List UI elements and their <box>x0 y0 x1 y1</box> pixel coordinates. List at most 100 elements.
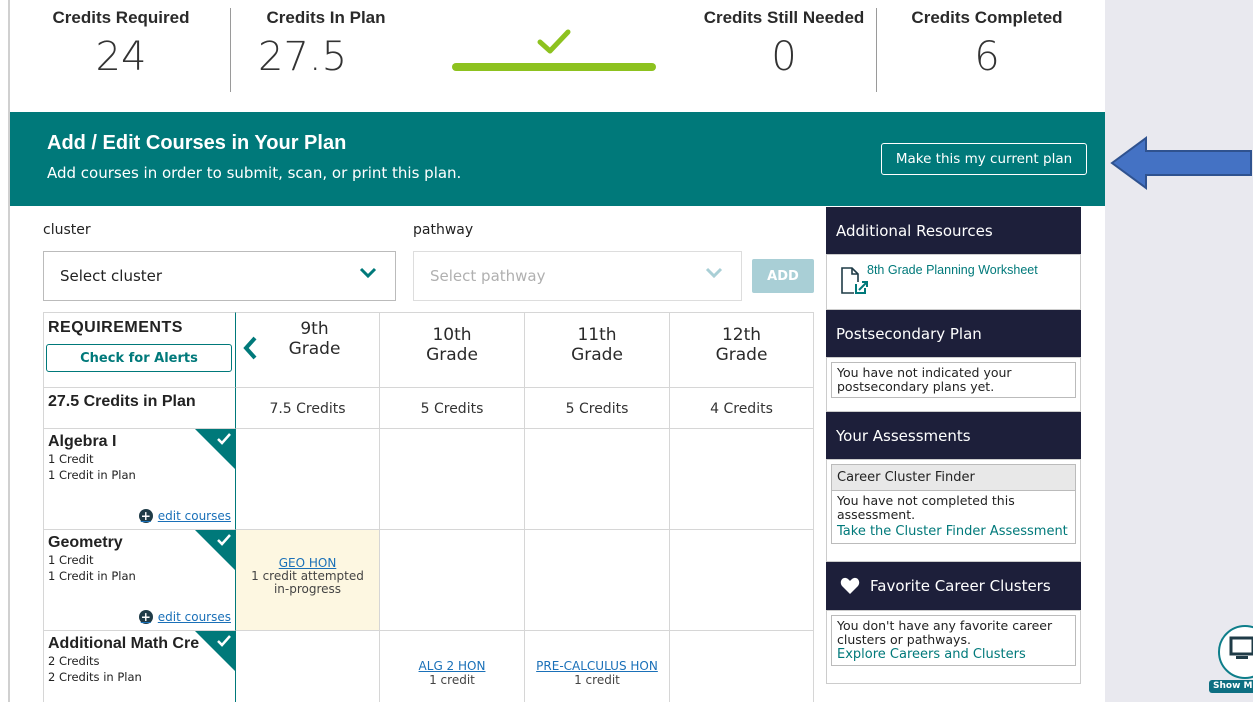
grade-line2: Grade <box>571 345 623 365</box>
screen-icon <box>1229 636 1253 659</box>
grade-line1: 9th <box>300 319 329 339</box>
requirement-additional-math: Additional Math Cre 2 Credits 2 Credits … <box>43 631 236 702</box>
grade-credits-value: 7.5 Credits <box>269 401 346 417</box>
course-cell[interactable] <box>670 530 814 631</box>
favorite-clusters-header: Favorite Career Clusters <box>826 562 1081 610</box>
add-edit-banner: Add / Edit Courses in Your Plan Add cour… <box>10 112 1105 206</box>
favorite-clusters-title: Favorite Career Clusters <box>870 577 1051 595</box>
assessments-header: Your Assessments <box>826 412 1081 459</box>
progress-bar <box>452 63 656 71</box>
check-icon <box>217 635 231 647</box>
total-credits: 27.5 Credits in Plan <box>48 393 196 410</box>
requirements-header-cell: REQUIREMENTS Check for Alerts <box>43 312 236 388</box>
add-button[interactable]: ADD <box>752 259 814 293</box>
requirement-in-plan: 2 Credits in Plan <box>48 670 142 684</box>
stat-credits-still-needed: Credits Still Needed 0 <box>695 8 873 80</box>
course-link-precalc-hon[interactable]: PRE-CALCULUS HON <box>525 659 669 673</box>
postsecondary-text: You have not indicated your postsecondar… <box>831 362 1076 398</box>
divider <box>230 8 231 92</box>
grade-credits-value: 4 Credits <box>710 401 773 417</box>
chevron-down-icon <box>705 267 723 279</box>
requirement-geometry: Geometry 1 Credit 1 Credit in Plan + edit… <box>43 530 236 631</box>
grade-credits-9: 7.5 Credits <box>236 388 380 429</box>
stat-label: Credits In Plan <box>266 8 386 27</box>
stat-credits-completed: Credits Completed 6 <box>900 8 1074 80</box>
stat-label: Credits Completed <box>911 8 1063 27</box>
course-cell[interactable]: PRE-CALCULUS HON 1 credit <box>525 631 670 702</box>
grade-line1: 10th <box>432 325 472 345</box>
make-current-plan-button[interactable]: Make this my current plan <box>881 143 1087 175</box>
grade-header-12: 12th Grade <box>670 312 814 388</box>
stat-label: Credits Still Needed <box>703 8 865 27</box>
grade-credits-12: 4 Credits <box>670 388 814 429</box>
grade-header-10: 10th Grade <box>380 312 525 388</box>
grade-line2: Grade <box>288 339 341 359</box>
grade-credits-value: 5 Credits <box>420 401 484 417</box>
stat-label: Credits Required <box>52 8 190 27</box>
take-assessment-link[interactable]: Take the Cluster Finder Assessment <box>832 522 1075 543</box>
requirement-in-plan: 1 Credit in Plan <box>48 468 136 482</box>
edit-courses-link[interactable]: + edit courses <box>138 610 231 624</box>
course-link-geo-hon[interactable]: GEO HON <box>236 556 379 570</box>
grade-line1: 12th <box>721 325 762 345</box>
grade-line2: Grade <box>715 345 768 365</box>
course-cell[interactable] <box>525 429 670 530</box>
requirement-in-plan: 1 Credit in Plan <box>48 569 136 583</box>
chevron-left-icon[interactable] <box>242 335 258 361</box>
cluster-select[interactable]: Select cluster <box>43 251 396 301</box>
course-cell[interactable] <box>380 429 525 530</box>
assessment-status: You have not completed this assessment. <box>837 493 1015 522</box>
cluster-label: cluster <box>43 222 91 238</box>
course-status-2: in-progress <box>273 582 342 596</box>
chevron-down-icon <box>359 267 377 279</box>
course-cell[interactable] <box>670 631 814 702</box>
favorite-clusters-body: You don't have any favorite career clust… <box>826 610 1081 684</box>
course-cell[interactable]: GEO HON 1 credit attempted in-progress <box>236 530 380 631</box>
grade-credits-11: 5 Credits <box>525 388 670 429</box>
document-link-icon <box>841 267 868 294</box>
check-alerts-button[interactable]: Check for Alerts <box>46 344 232 372</box>
banner-title: Add / Edit Courses in Your Plan <box>47 132 347 154</box>
explore-careers-link[interactable]: Explore Careers and Clusters <box>837 647 1070 662</box>
pathway-select-placeholder: Select pathway <box>430 267 546 285</box>
course-cell[interactable] <box>380 530 525 631</box>
grade-header-11: 11th Grade <box>525 312 670 388</box>
edit-courses-label: edit courses <box>157 509 231 523</box>
check-icon <box>537 29 571 54</box>
additional-resources-header: Additional Resources <box>826 207 1081 254</box>
plus-icon: + <box>138 610 153 624</box>
course-cell[interactable] <box>236 631 380 702</box>
grade-line2: Grade <box>426 345 478 365</box>
assessments-body: Career Cluster Finder You have not compl… <box>826 459 1081 562</box>
postsecondary-body: You have not indicated your postsecondar… <box>826 357 1081 412</box>
stat-credits-in-plan: Credits In Plan 27.5 <box>258 8 394 80</box>
banner-subtitle: Add courses in order to submit, scan, or… <box>47 164 462 182</box>
stat-value: 0 <box>771 34 797 80</box>
planning-worksheet-link[interactable]: 8th Grade Planning Worksheet <box>867 263 1038 277</box>
favorites-text: You don't have any favorite career clust… <box>837 618 1053 647</box>
grade-credits-10: 5 Credits <box>380 388 525 429</box>
grade-label: 12th Grade <box>670 313 813 365</box>
show-me-label[interactable]: Show M <box>1209 680 1253 693</box>
course-link-alg2-hon[interactable]: ALG 2 HON <box>380 659 524 673</box>
plus-icon: + <box>138 509 153 523</box>
right-gutter <box>1105 0 1253 702</box>
stat-credits-required: Credits Required 24 <box>48 8 194 80</box>
career-cluster-finder-title: Career Cluster Finder <box>832 465 1075 491</box>
grade-label: 10th Grade <box>380 313 524 365</box>
stat-value: 27.5 <box>258 34 348 80</box>
course-credit: 1 credit <box>429 673 475 687</box>
requirements-header: REQUIREMENTS <box>48 319 183 336</box>
course-cell[interactable] <box>236 429 380 530</box>
divider <box>876 8 877 92</box>
edit-courses-link[interactable]: + edit courses <box>138 509 231 523</box>
sidebar: Additional Resources 8th Grade Planning … <box>826 207 1081 684</box>
course-cell[interactable] <box>670 429 814 530</box>
course-cell[interactable]: ALG 2 HON 1 credit <box>380 631 525 702</box>
pathway-select[interactable]: Select pathway <box>413 251 742 301</box>
course-cell[interactable] <box>525 530 670 631</box>
plan-grid: REQUIREMENTS Check for Alerts 9th Grade 1… <box>43 312 814 702</box>
cluster-select-value: Select cluster <box>60 267 163 285</box>
grade-header-9: 9th Grade <box>236 312 380 388</box>
arrow-left-icon <box>1110 136 1252 190</box>
